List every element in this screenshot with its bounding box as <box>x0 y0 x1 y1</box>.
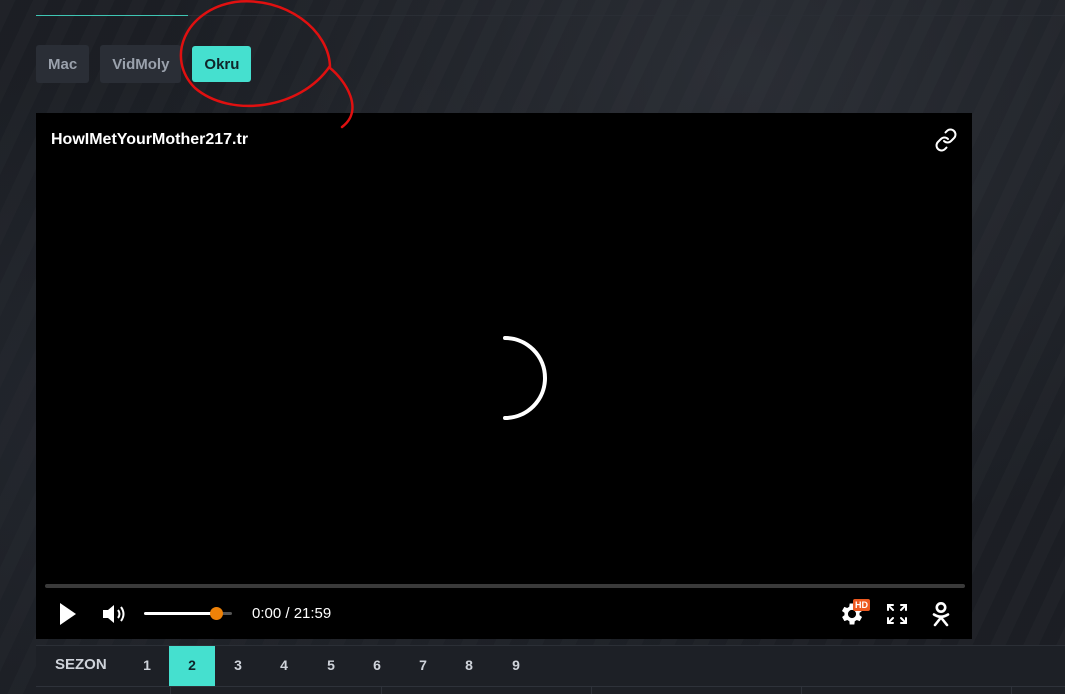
source-tab-label: VidMoly <box>112 55 170 73</box>
season-selector: SEZON 1 2 3 4 5 6 7 8 9 <box>36 645 1065 694</box>
season-3[interactable]: 3 <box>215 646 261 686</box>
episode-divider <box>801 687 802 694</box>
fullscreen-icon <box>887 604 907 624</box>
odnoklassniki-icon <box>932 602 950 627</box>
season-2[interactable]: 2 <box>169 646 215 686</box>
source-tabs: Mac VidMoly Okru <box>36 45 252 83</box>
volume-slider[interactable] <box>144 607 232 620</box>
volume-button[interactable] <box>101 596 129 632</box>
top-divider-accent <box>36 15 188 16</box>
season-6[interactable]: 6 <box>354 646 400 686</box>
season-label: SEZON <box>55 656 107 673</box>
fullscreen-button[interactable] <box>885 596 909 632</box>
video-player[interactable]: HowIMetYourMother217.tr 0:00 / 21:59 HD <box>36 113 972 639</box>
video-title: HowIMetYourMother217.tr <box>51 131 249 148</box>
season-1[interactable]: 1 <box>124 646 170 686</box>
source-tab-vidmoly[interactable]: VidMoly <box>100 45 182 83</box>
season-7[interactable]: 7 <box>400 646 446 686</box>
season-4[interactable]: 4 <box>261 646 307 686</box>
settings-button[interactable]: HD <box>838 596 870 632</box>
volume-icon <box>103 605 125 623</box>
episode-divider <box>1011 687 1012 694</box>
link-icon[interactable] <box>934 128 958 152</box>
progress-bar[interactable] <box>45 584 965 588</box>
top-divider <box>36 15 1065 16</box>
source-tab-label: Mac <box>48 55 78 73</box>
season-9[interactable]: 9 <box>493 646 539 686</box>
source-tab-label: Okru <box>204 55 240 73</box>
volume-slider-knob[interactable] <box>210 607 223 620</box>
play-icon <box>60 603 76 625</box>
episode-divider <box>591 687 592 694</box>
player-controls: 0:00 / 21:59 HD <box>36 596 972 632</box>
episode-divider <box>381 687 382 694</box>
hd-badge: HD <box>853 599 870 611</box>
season-divider <box>36 686 1065 687</box>
odnoklassniki-button[interactable] <box>929 596 953 632</box>
source-tab-mac[interactable]: Mac <box>36 45 90 83</box>
episode-divider <box>170 687 171 694</box>
season-8[interactable]: 8 <box>446 646 492 686</box>
season-5[interactable]: 5 <box>308 646 354 686</box>
play-button[interactable] <box>58 596 78 632</box>
time-display: 0:00 / 21:59 <box>252 605 332 622</box>
volume-slider-fill <box>144 612 217 615</box>
source-tab-okru[interactable]: Okru <box>192 46 252 82</box>
loading-spinner-icon <box>494 334 550 422</box>
